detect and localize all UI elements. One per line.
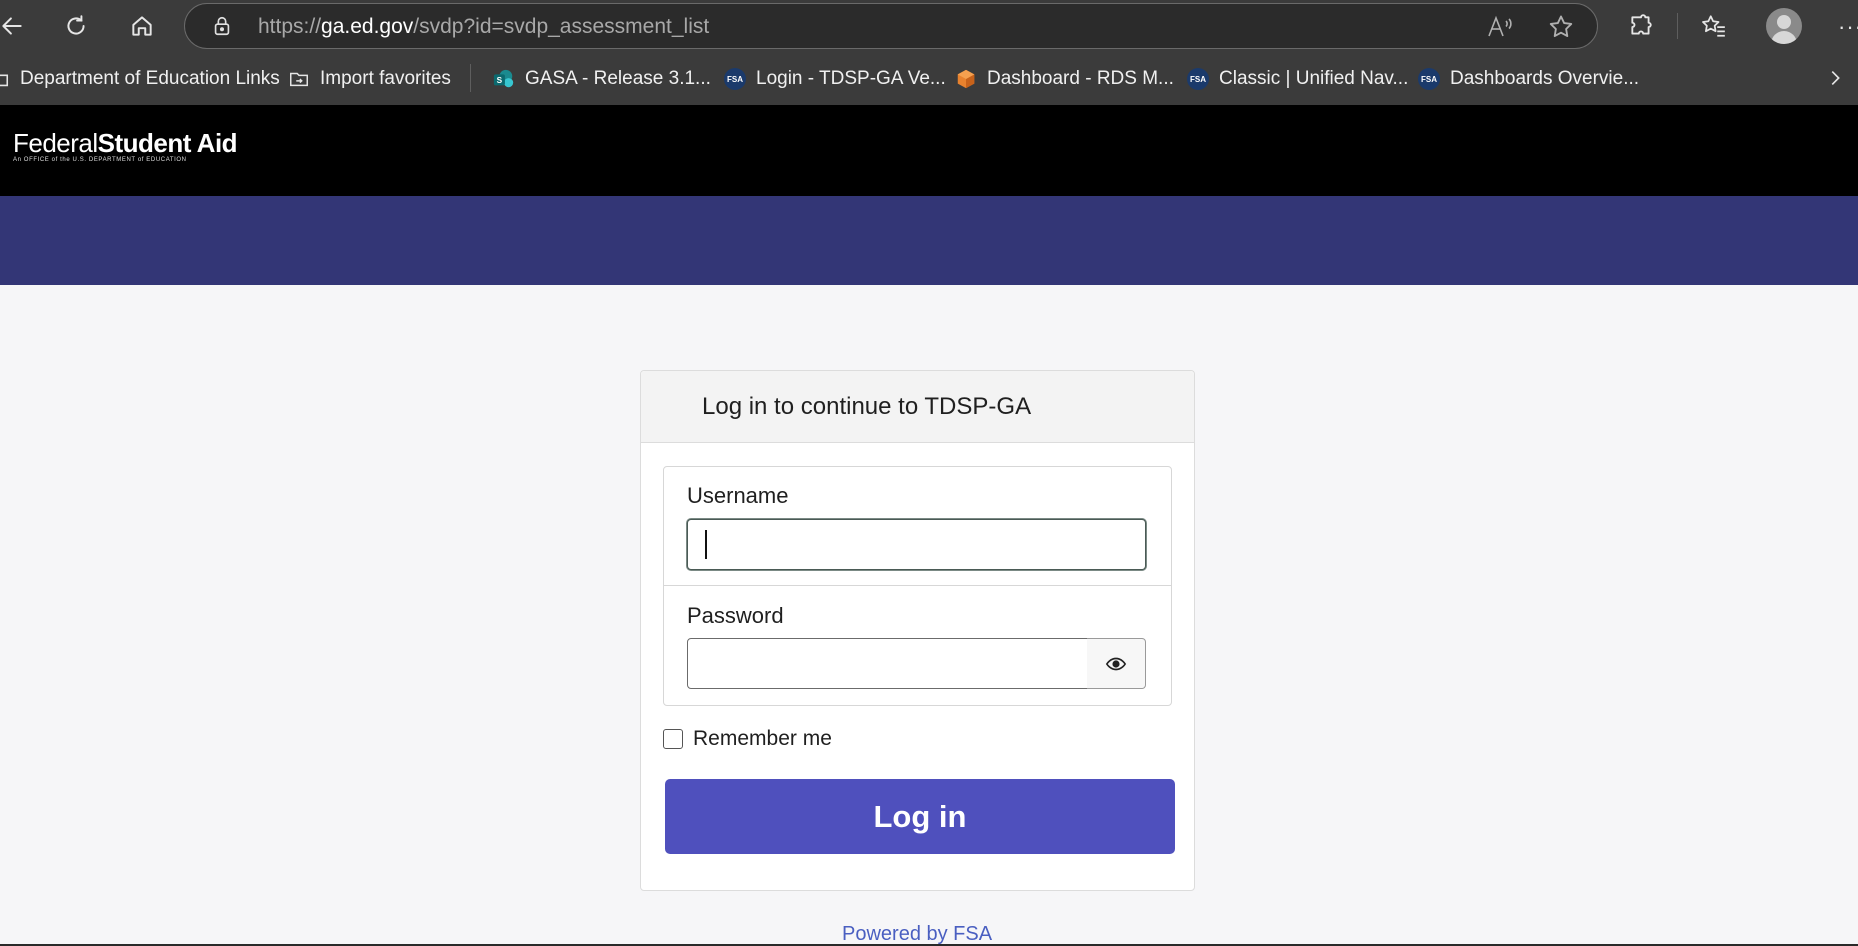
bookmark-department-of-education-links[interactable]: Department of Education Links xyxy=(0,64,280,94)
address-bar[interactable]: https://ga.ed.gov/svdp?id=svdp_assessmen… xyxy=(184,3,1598,49)
remember-me-row[interactable]: Remember me xyxy=(663,727,832,751)
password-label: Password xyxy=(687,603,784,628)
login-card: Log in to continue to TDSP-GA Username P… xyxy=(640,370,1195,891)
eye-icon xyxy=(1105,657,1127,670)
bookmark-label: Department of Education Links xyxy=(20,68,280,89)
credentials-group: Username Password xyxy=(663,466,1172,706)
bookmark-classic-unified-nav[interactable]: FSA Classic | Unified Nav... xyxy=(1187,64,1408,94)
bookmark-dashboards-overview[interactable]: FSA Dashboards Overvie... xyxy=(1418,64,1639,94)
header-banner xyxy=(0,196,1858,285)
bookmark-import-favorites[interactable]: Import favorites xyxy=(288,64,451,94)
lock-icon[interactable] xyxy=(211,15,233,37)
fsa-icon: FSA xyxy=(1187,68,1209,90)
import-folder-icon xyxy=(290,72,308,87)
username-input[interactable] xyxy=(687,519,1146,570)
bookmark-label: Import favorites xyxy=(320,68,451,89)
show-password-button[interactable] xyxy=(1087,638,1146,689)
login-title: Log in to continue to TDSP-GA xyxy=(702,393,1032,420)
fsa-icon: FSA xyxy=(1418,68,1440,90)
username-label: Username xyxy=(687,483,789,508)
url-text[interactable]: https://ga.ed.gov/svdp?id=svdp_assessmen… xyxy=(258,15,709,39)
star-icon[interactable] xyxy=(1547,13,1575,41)
bookmark-label: Classic | Unified Nav... xyxy=(1219,68,1409,89)
bookmark-dashboard-rds[interactable]: Dashboard - RDS M... xyxy=(955,64,1174,94)
avatar-head xyxy=(1777,15,1791,29)
fsa-icon: FSA xyxy=(724,68,746,90)
field-divider xyxy=(664,585,1171,586)
url-scheme: https:// xyxy=(258,15,322,38)
url-host: ga.ed.gov xyxy=(321,15,414,38)
bookmark-divider xyxy=(470,64,471,92)
more-icon[interactable]: ··· xyxy=(1838,14,1858,40)
read-aloud-icon[interactable] xyxy=(1487,15,1513,39)
aws-cube-icon xyxy=(957,69,975,89)
bookmark-label: Login - TDSP-GA Ve... xyxy=(756,68,946,89)
logo-text-regular: Federal xyxy=(13,128,98,158)
bookmark-label: Dashboard - RDS M... xyxy=(987,68,1174,89)
remember-me-checkbox[interactable] xyxy=(663,729,683,749)
puzzle-icon[interactable] xyxy=(1623,8,1659,44)
logo-text-bold: Student Aid xyxy=(97,128,238,158)
bookmarks-bar: Department of Education Links Import fav… xyxy=(0,52,1858,105)
login-card-header: Log in to continue to TDSP-GA xyxy=(641,371,1194,443)
bookmark-label: GASA - Release 3.1... xyxy=(525,68,711,89)
federal-student-aid-logo[interactable]: FederalStudent Aid An OFFICE of the U.S.… xyxy=(13,128,238,163)
text-caret xyxy=(705,530,707,559)
svg-text:S: S xyxy=(497,76,503,85)
bookmark-label: Dashboards Overvie... xyxy=(1450,68,1640,89)
site-header xyxy=(0,105,1858,196)
log-in-button[interactable]: Log in xyxy=(665,779,1175,854)
bookmark-gasa-release[interactable]: S GASA - Release 3.1... xyxy=(493,64,711,94)
powered-by-fsa-link[interactable]: Powered by FSA xyxy=(842,923,992,946)
back-arrow-icon[interactable] xyxy=(0,8,30,44)
folder-icon xyxy=(0,74,9,87)
password-input[interactable] xyxy=(687,638,1088,689)
toolbar-divider xyxy=(1677,13,1678,39)
home-icon[interactable] xyxy=(124,8,160,44)
favorites-icon[interactable] xyxy=(1696,8,1732,44)
profile-avatar-icon[interactable] xyxy=(1766,8,1802,44)
chevron-right-icon[interactable] xyxy=(1824,66,1846,90)
avatar-body xyxy=(1771,31,1797,44)
sharepoint-icon: S xyxy=(493,69,514,88)
refresh-icon[interactable] xyxy=(58,8,94,44)
remember-me-label[interactable]: Remember me xyxy=(693,727,832,751)
browser-toolbar: https://ga.ed.gov/svdp?id=svdp_assessmen… xyxy=(0,0,1858,52)
url-path: /svdp?id=svdp_assessment_list xyxy=(413,15,710,38)
bookmark-login-tdsp-ga[interactable]: FSA Login - TDSP-GA Ve... xyxy=(724,64,946,94)
